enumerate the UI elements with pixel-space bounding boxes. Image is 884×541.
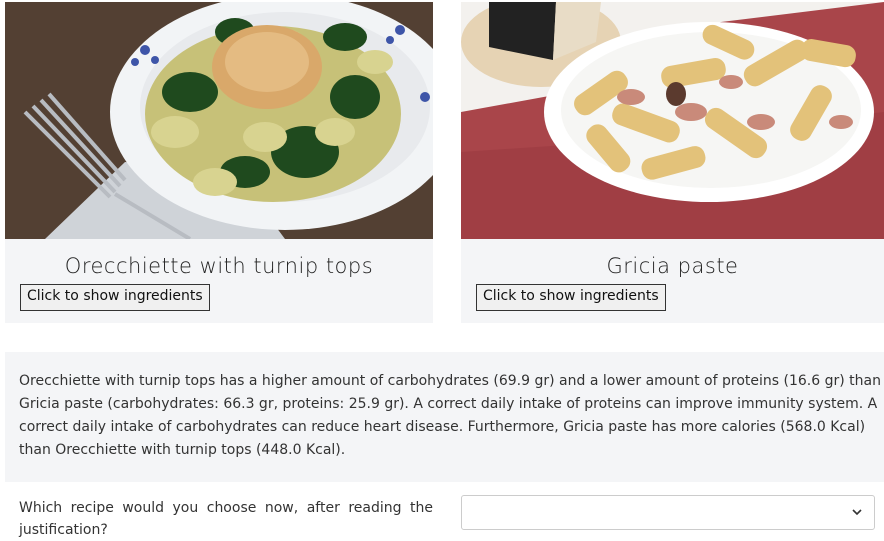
show-ingredients-button[interactable]: Click to show ingredients (476, 284, 666, 311)
show-ingredients-button[interactable]: Click to show ingredients (20, 284, 210, 311)
recipe-card-orecchiette: Orecchiette with turnip tops Click to sh… (5, 2, 433, 323)
recipe-title: Gricia paste (606, 254, 739, 278)
recipe-title: Orecchiette with turnip tops (64, 254, 374, 278)
justification-box: Orecchiette with turnip tops has a highe… (5, 352, 884, 482)
chevron-down-icon (852, 509, 862, 516)
choice-question: Which recipe would you choose now, after… (19, 500, 433, 538)
recipe-photo-orecchiette (5, 2, 433, 239)
recipe-card-gricia: Gricia paste Click to show ingredients (461, 2, 884, 323)
justification-text: Orecchiette with turnip tops has a highe… (19, 373, 881, 458)
recipe-choice-select[interactable] (461, 495, 875, 530)
recipe-photo-gricia (461, 2, 884, 239)
